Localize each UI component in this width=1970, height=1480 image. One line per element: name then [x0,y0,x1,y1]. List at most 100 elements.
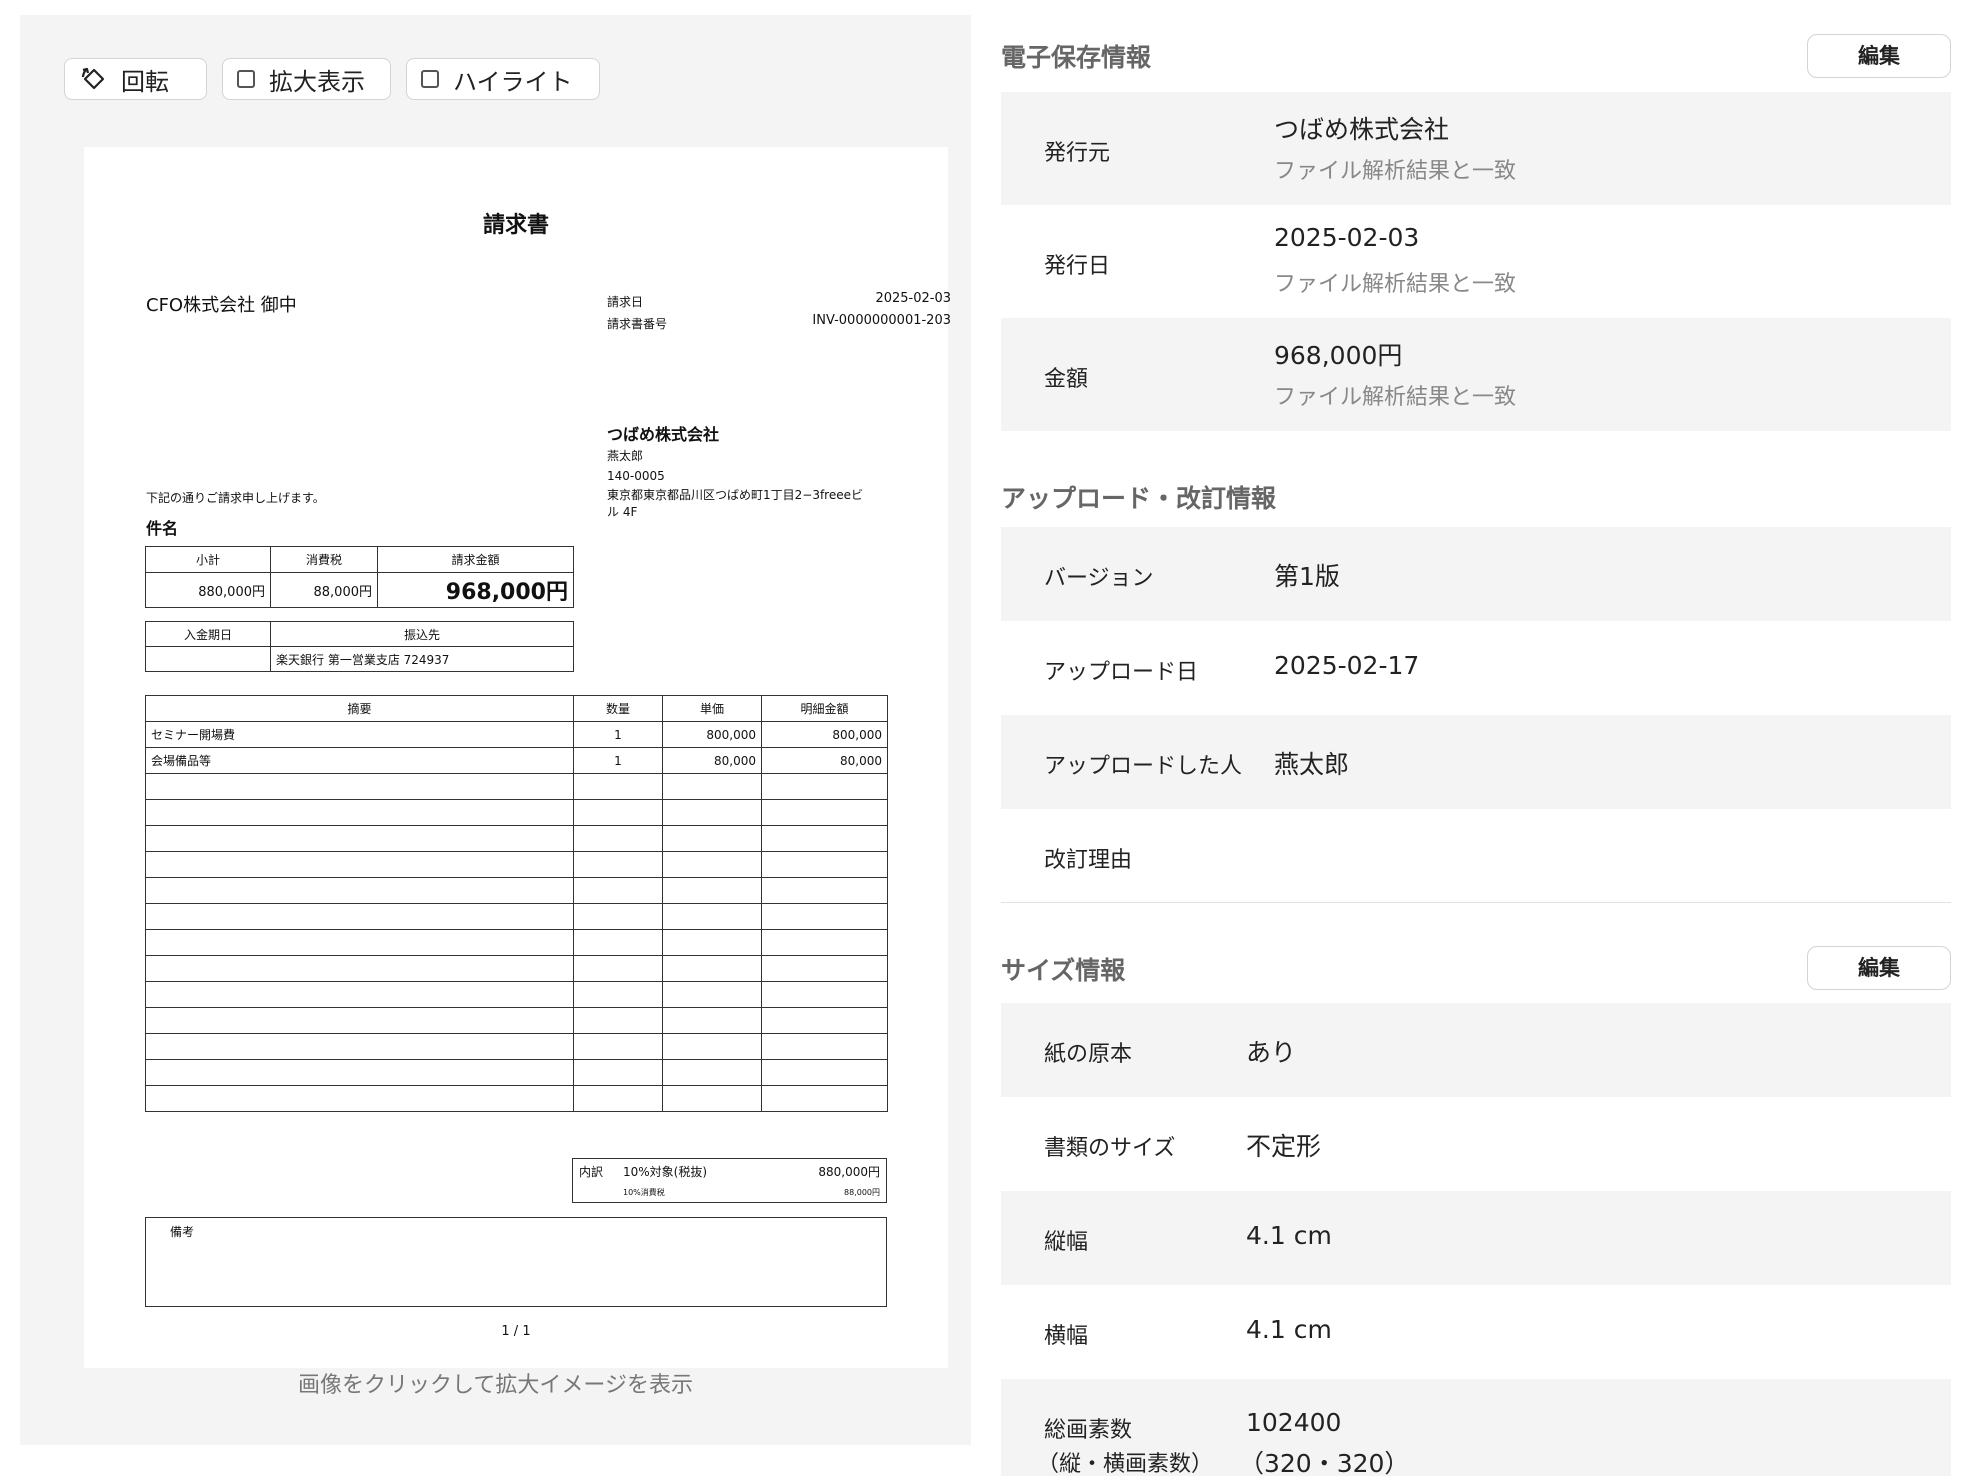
items-cell [573,981,663,1008]
payment-bank: 楽天銀行 第一営業支店 724937 [270,646,574,672]
items-cell [761,851,888,878]
items-cell [761,773,888,800]
rotate-icon [81,67,105,90]
items-row [145,903,888,930]
items-header: 単価 [662,695,762,722]
items-cell: 800,000 [761,721,888,748]
items-cell [662,981,762,1008]
items-cell [662,773,762,800]
storage-row-label: 発行元 [1044,141,1111,166]
items-cell: 800,000 [662,721,762,748]
upload-row-uploader: アップロードした人 燕太郎 [1001,715,1951,809]
storage-row-label: 発行日 [1044,254,1111,279]
breakdown-amount: 880,000円 [818,1165,880,1179]
items-cell [662,903,762,930]
upload-row-reason: 改訂理由 [1001,809,1951,903]
items-cell [573,1007,663,1034]
summary-header: 小計 [145,546,271,573]
zoom-checkbox[interactable] [237,70,255,88]
items-cell [145,1059,574,1086]
items-cell [573,1033,663,1060]
issuer-name: つばめ株式会社 [607,425,720,444]
items-cell [573,1085,663,1112]
items-cell [145,1085,574,1112]
size-row-value: 4.1 cm [1246,1315,1332,1344]
size-row-value-sub: （320・320） [1239,1449,1410,1478]
items-cell [662,877,762,904]
items-cell [761,877,888,904]
size-row-label: 紙の原本 [1044,1042,1133,1067]
storage-row-value: つばめ株式会社 [1274,115,1450,144]
items-cell [761,955,888,982]
items-cell [145,981,574,1008]
items-cell [761,1033,888,1060]
storage-row-note: ファイル解析結果と一致 [1274,159,1517,184]
items-cell [761,1085,888,1112]
items-header: 摘要 [145,695,574,722]
size-row-value: あり [1246,1038,1297,1067]
size-row-value: 不定形 [1246,1132,1322,1161]
summary-header: 消費税 [270,546,378,573]
items-cell [662,929,762,956]
upload-row-value: 燕太郎 [1274,750,1350,779]
items-cell [573,773,663,800]
items-row [145,825,888,852]
highlight-checkbox[interactable] [421,70,439,88]
size-row-label: 横幅 [1044,1324,1089,1349]
zoom-toggle[interactable]: 拡大表示 [222,58,391,100]
storage-row-value: 2025-02-03 [1274,223,1420,252]
issuer-postal: 140-0005 [607,469,665,483]
invoice-preview-image[interactable]: 請求書 CFO株式会社 御中 請求日 2025-02-03 請求書番号 INV-… [84,147,951,1368]
summary-total: 968,000円 [377,572,574,608]
items-cell: 1 [573,721,663,748]
invoice-payment-table: 入金期日 振込先 楽天銀行 第一営業支店 724937 [145,621,574,672]
items-cell [662,1033,762,1060]
items-cell [573,929,663,956]
storage-row-note: ファイル解析結果と一致 [1274,272,1517,297]
items-cell [145,1007,574,1034]
invoice-intro: 下記の通りご請求申し上げます。 [146,491,325,505]
rotate-button[interactable]: 回転 [64,58,207,100]
items-cell [145,877,574,904]
upload-row-label: アップロード日 [1044,660,1199,685]
invoice-date-label: 請求日 [607,295,644,309]
size-row-width: 横幅 4.1 cm [1001,1285,1951,1379]
breakdown-tax-amount: 88,000円 [844,1188,880,1197]
size-row-label-sub: （縦・横画素数） [1037,1452,1214,1477]
invoice-title: 請求書 [482,213,549,238]
breakdown-tax-label: 10%消費税 [623,1188,665,1197]
storage-row-amount: 金額 968,000円 ファイル解析結果と一致 [1001,318,1951,431]
summary-subtotal: 880,000円 [145,572,271,608]
payment-header: 振込先 [270,621,574,647]
storage-row-issue-date: 発行日 2025-02-03 ファイル解析結果と一致 [1001,205,1951,318]
items-row [145,851,888,878]
storage-edit-button[interactable]: 編集 [1807,34,1951,78]
size-row-label: 縦幅 [1044,1230,1089,1255]
items-row [145,955,888,982]
remarks-box: 備考 [145,1217,887,1307]
items-cell: 80,000 [662,747,762,774]
items-row [145,877,888,904]
items-cell [761,929,888,956]
items-row: セミナー開場費 1 800,000 800,000 [145,721,888,748]
upload-row-label: アップロードした人 [1044,754,1243,779]
invoice-summary-table: 小計 消費税 請求金額 880,000円 88,000円 968,000円 [145,546,574,608]
highlight-toggle[interactable]: ハイライト [406,58,600,100]
items-cell [761,825,888,852]
items-cell [761,981,888,1008]
items-cell [662,955,762,982]
items-row [145,1059,888,1086]
items-cell [573,903,663,930]
items-row: 会場備品等 1 80,000 80,000 [145,747,888,774]
upload-row-version: バージョン 第1版 [1001,527,1951,621]
invoice-number-label: 請求書番号 [607,317,668,331]
size-edit-button[interactable]: 編集 [1807,946,1951,990]
items-cell [662,851,762,878]
upload-row-value: 2025-02-17 [1274,651,1420,680]
invoice-items-table: 摘要 数量 単価 明細金額 セミナー開場費 1 800,000 800,000 会場備品… [145,695,888,1112]
highlight-toggle-label: ハイライト [453,67,573,96]
invoice-recipient: CFO株式会社 御中 [146,295,297,316]
items-cell [662,799,762,826]
items-cell: セミナー開場費 [145,721,574,748]
invoice-subject-label: 件名 [146,519,179,538]
